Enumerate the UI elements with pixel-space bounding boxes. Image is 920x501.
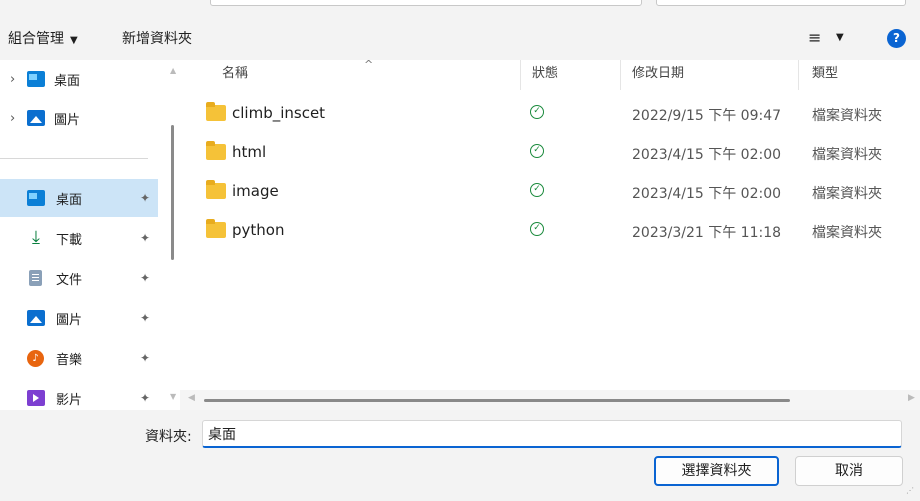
- file-row[interactable]: html ✓ 2023/4/15 下午 02:00 檔案資料夾: [180, 133, 920, 172]
- column-divider[interactable]: [798, 60, 799, 90]
- command-bar: 組合管理 ▼ 新增資料夾 ≡ ▼ ?: [0, 18, 920, 60]
- organize-button[interactable]: 組合管理 ▼: [8, 28, 78, 48]
- file-type: 檔案資料夾: [812, 108, 882, 124]
- chevron-right-icon[interactable]: ›: [10, 72, 15, 87]
- view-options-icon[interactable]: ≡: [808, 28, 821, 47]
- scrollbar-thumb[interactable]: [204, 399, 790, 402]
- nav-item-label: 文件: [56, 272, 83, 288]
- file-type: 檔案資料夾: [812, 186, 882, 202]
- nav-item-label: 音樂: [56, 352, 83, 368]
- nav-item-pictures-pinned[interactable]: 圖片 ✦: [0, 299, 158, 337]
- nav-item-label: 桌面: [56, 192, 83, 208]
- music-icon: ♪: [27, 349, 44, 367]
- desktop-icon: [27, 71, 45, 87]
- pin-icon[interactable]: ✦: [140, 191, 150, 205]
- nav-item-desktop[interactable]: › 桌面: [0, 60, 158, 98]
- file-modified: 2022/9/15 下午 09:47: [632, 108, 782, 124]
- pin-icon[interactable]: ✦: [140, 311, 150, 325]
- file-type: 檔案資料夾: [812, 147, 882, 163]
- scroll-up-icon[interactable]: ▲: [170, 66, 176, 75]
- documents-icon: [29, 270, 42, 286]
- scroll-left-icon[interactable]: ◀: [188, 393, 195, 403]
- chevron-down-icon: ▼: [70, 35, 78, 46]
- address-bar[interactable]: [210, 0, 642, 6]
- nav-item-label: 桌面: [54, 73, 81, 89]
- file-row[interactable]: image ✓ 2023/4/15 下午 02:00 檔案資料夾: [180, 172, 920, 211]
- select-folder-button[interactable]: 選擇資料夾: [654, 456, 779, 486]
- scroll-right-icon[interactable]: ▶: [908, 393, 915, 403]
- folder-icon: [206, 219, 226, 238]
- folder-icon: [206, 141, 226, 160]
- file-row[interactable]: climb_inscet ✓ 2022/9/15 下午 09:47 檔案資料夾: [180, 94, 920, 133]
- sync-ok-icon: ✓: [530, 183, 544, 197]
- scrollbar-thumb[interactable]: [171, 125, 174, 260]
- videos-icon: [27, 390, 45, 406]
- desktop-icon: [27, 190, 45, 206]
- pin-icon[interactable]: ✦: [140, 231, 150, 245]
- sync-ok-icon: ✓: [530, 222, 544, 236]
- file-name: python: [232, 221, 285, 239]
- nav-item-videos[interactable]: 影片 ✦: [0, 379, 158, 410]
- nav-item-label: 影片: [56, 392, 83, 408]
- column-divider[interactable]: [520, 60, 521, 90]
- pictures-icon: [27, 310, 45, 326]
- nav-scrollbar[interactable]: ▲ ▼: [166, 60, 180, 410]
- new-folder-button[interactable]: 新增資料夾: [122, 28, 192, 48]
- column-divider[interactable]: [620, 60, 621, 90]
- nav-item-label: 圖片: [54, 112, 81, 128]
- nav-item-label: 圖片: [56, 312, 83, 328]
- download-icon: ⤓: [32, 227, 40, 248]
- folder-icon: [206, 180, 226, 199]
- pictures-icon: [27, 110, 45, 126]
- sync-ok-icon: ✓: [530, 105, 544, 119]
- column-header-name[interactable]: 名稱: [222, 60, 248, 90]
- file-modified: 2023/4/15 下午 02:00: [632, 186, 782, 202]
- nav-item-downloads[interactable]: ⤓ 下載 ✦: [0, 219, 158, 257]
- file-type: 檔案資料夾: [812, 225, 882, 241]
- file-name: html: [232, 143, 267, 161]
- sort-ascending-icon: ^: [364, 58, 374, 71]
- navigation-pane: › 桌面 › 圖片 桌面 ✦ ⤓ 下載 ✦ 文件 ✦ 圖片 ✦ ♪ 音樂 ✦ 影…: [0, 60, 180, 410]
- nav-item-desktop-pinned[interactable]: 桌面 ✦: [0, 179, 158, 217]
- column-header-type[interactable]: 類型: [812, 60, 838, 90]
- chevron-down-icon[interactable]: ▼: [836, 32, 844, 43]
- file-list: 名稱 ^ 狀態 修改日期 類型 climb_inscet ✓ 2022/9/15…: [180, 58, 920, 410]
- file-name: climb_inscet: [232, 104, 326, 122]
- file-modified: 2023/3/21 下午 11:18: [632, 225, 782, 241]
- pin-icon[interactable]: ✦: [140, 271, 150, 285]
- organize-label: 組合管理: [8, 31, 64, 47]
- resize-grip-icon[interactable]: ⋰: [906, 486, 914, 495]
- pin-icon[interactable]: ✦: [140, 351, 150, 365]
- address-strip: [0, 0, 920, 18]
- file-row[interactable]: python ✓ 2023/3/21 下午 11:18 檔案資料夾: [180, 211, 920, 250]
- column-header-status[interactable]: 狀態: [532, 60, 558, 90]
- chevron-right-icon[interactable]: ›: [10, 111, 15, 126]
- file-name: image: [232, 182, 279, 200]
- search-box[interactable]: [656, 0, 906, 6]
- nav-item-pictures[interactable]: › 圖片: [0, 99, 158, 137]
- folder-field-label: 資料夾:: [145, 429, 192, 445]
- scroll-down-icon[interactable]: ▼: [170, 392, 176, 401]
- nav-divider: [0, 158, 148, 159]
- nav-item-documents[interactable]: 文件 ✦: [0, 259, 158, 297]
- horizontal-scrollbar[interactable]: ◀ ▶: [180, 390, 920, 410]
- nav-item-music[interactable]: ♪ 音樂 ✦: [0, 339, 158, 377]
- help-icon[interactable]: ?: [887, 29, 906, 48]
- cancel-button[interactable]: 取消: [795, 456, 903, 486]
- file-modified: 2023/4/15 下午 02:00: [632, 147, 782, 163]
- folder-icon: [206, 102, 226, 121]
- nav-item-label: 下載: [56, 232, 83, 248]
- pin-icon[interactable]: ✦: [140, 391, 150, 405]
- folder-name-input[interactable]: [202, 420, 902, 448]
- sync-ok-icon: ✓: [530, 144, 544, 158]
- column-header-modified[interactable]: 修改日期: [632, 60, 684, 90]
